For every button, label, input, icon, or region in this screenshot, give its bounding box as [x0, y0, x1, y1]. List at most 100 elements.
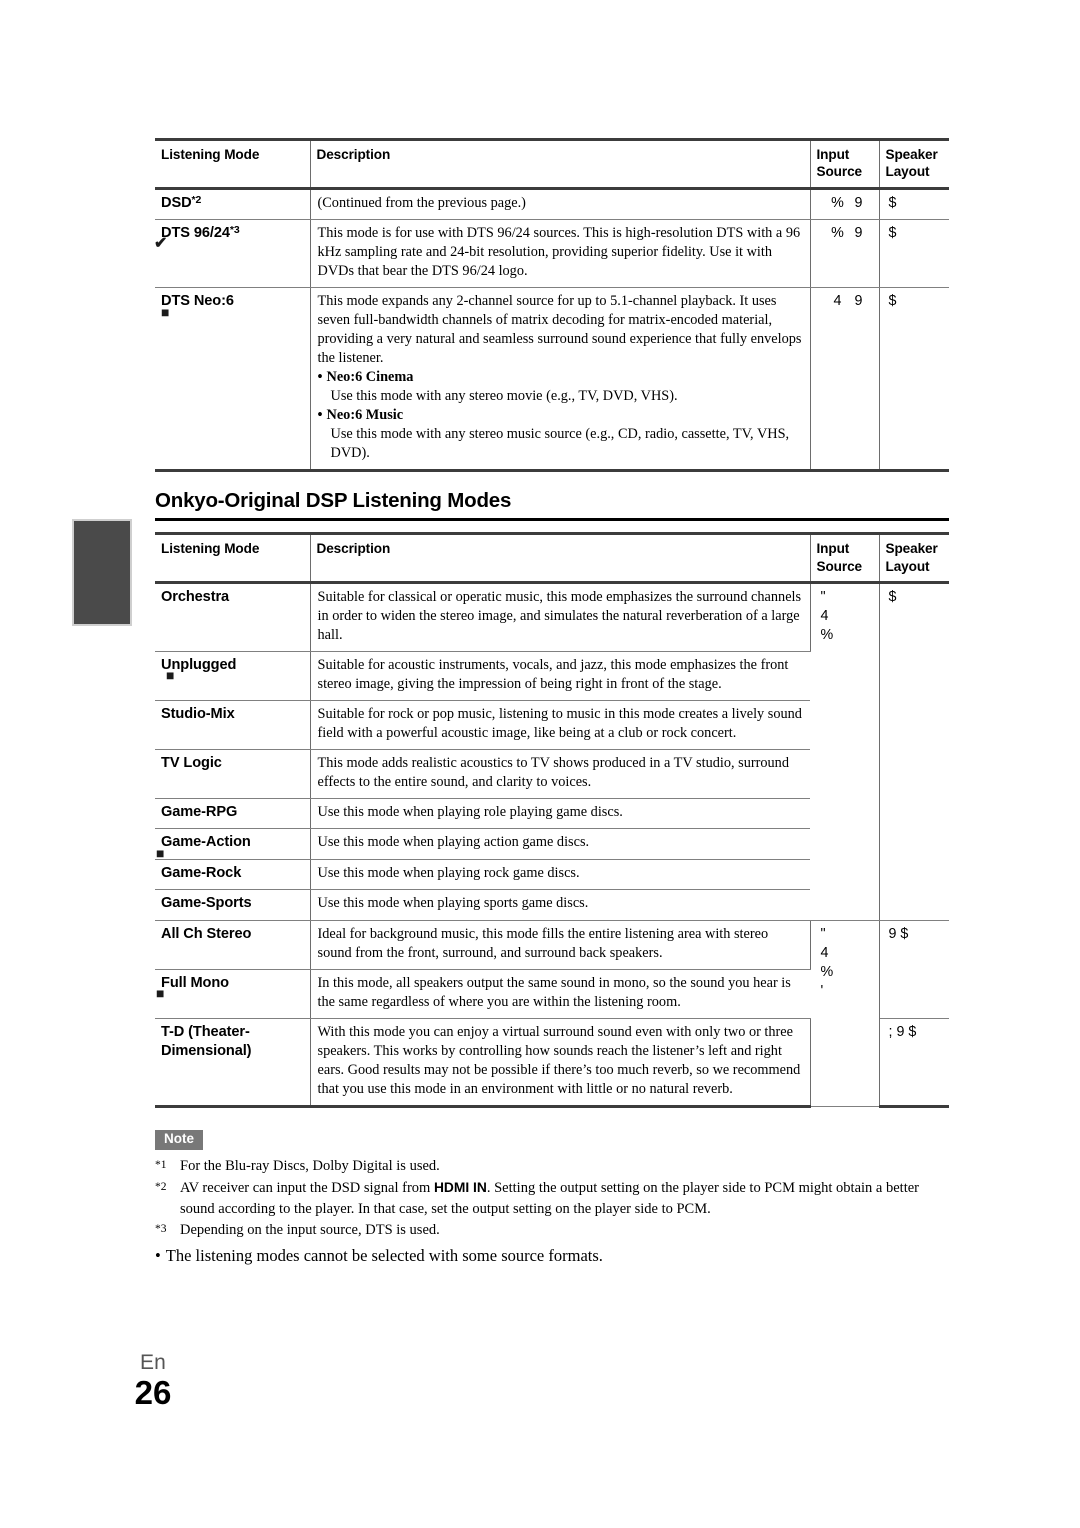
description-text: With this mode you can enjoy a virtual s… [317, 1023, 801, 1097]
manual-page: Listening Mode Description Input Source … [0, 0, 1080, 1528]
description-bullet-list: Neo:6 Cinema Use this mode with any ster… [318, 368, 803, 463]
description-cell: Use this mode when playing sports game d… [310, 889, 810, 921]
square-icon: ■ [156, 985, 165, 1001]
speaker-layout-cell: $ [879, 582, 949, 921]
bullet-body: Use this mode with any stereo movie (e.g… [330, 388, 678, 405]
footnote-ref: *3 [229, 224, 240, 237]
description-cell: Use this mode when playing rock game dis… [310, 859, 810, 891]
footnote-text: AV receiver can input the DSD signal fro… [180, 1178, 949, 1219]
col-header-speaker-layout: Speaker Layout [879, 138, 949, 190]
description-cell: Suitable for acoustic instruments, vocal… [310, 651, 810, 701]
col-header-input-source-line1: Input [816, 147, 850, 162]
description-cell: Ideal for background music, this mode fi… [310, 920, 811, 970]
input-source-cell: % 9 [810, 219, 880, 289]
page-content: Listening Mode Description Input Source … [154, 138, 949, 1267]
speaker-layout-symbol-2: $ [908, 1023, 917, 1040]
description-cell: Use this mode when playing action game d… [310, 828, 810, 860]
description-text: In this mode, all speakers output the sa… [317, 974, 791, 1010]
input-source-symbol-3: % [820, 626, 834, 643]
mode-label: Unplugged [161, 656, 237, 673]
language-label: En [139, 1351, 167, 1374]
description-cell: (Continued from the previous page.) [310, 188, 811, 221]
note-list: *1 For the Blu-ray Discs, Dolby Digital … [155, 1156, 949, 1267]
description-text: This mode adds realistic acoustics to TV… [317, 754, 789, 790]
description-text: Use this mode when playing role playing … [317, 803, 623, 820]
col-header-input-source: Input Source [810, 532, 880, 584]
listening-mode-cell: Orchestra [155, 582, 311, 652]
listening-mode-cell: Studio-Mix [155, 700, 311, 750]
listening-mode-cell: DSD*2 [155, 188, 311, 221]
description-text: This mode expands any 2-channel source f… [317, 293, 802, 367]
input-source-symbol-1: % [831, 225, 844, 242]
square-icon: ■ [161, 303, 170, 320]
col-header-speaker-layout-line2: Layout [885, 164, 930, 180]
description-text: Suitable for classical or operatic music… [317, 588, 802, 643]
bullet-heading: Neo:6 Cinema [318, 368, 803, 387]
listening-mode-cell: Game-Action ■ [155, 828, 311, 860]
check-icon: ✔ [154, 234, 168, 252]
speaker-layout-cell: 9 $ [879, 920, 949, 1019]
note-item: *3 Depending on the input source, DTS is… [155, 1220, 949, 1241]
dsp-listening-modes-table: Listening Mode Description Input Source … [155, 532, 949, 1108]
speaker-layout-cell: ; 9 $ [879, 1018, 949, 1108]
input-source-cell: % 9 [810, 188, 880, 221]
col-header-input-source-line1: Input [816, 541, 850, 557]
input-source-cell: " 4 % ' [810, 920, 880, 1107]
mode-label: Studio-Mix [161, 705, 235, 722]
footnote-marker: *2 [155, 1181, 167, 1194]
footnote-ref: *2 [191, 193, 202, 206]
page-number: 26 [134, 1374, 172, 1411]
input-source-symbol-3: % [820, 963, 834, 980]
mode-label: DTS Neo:6 [161, 293, 234, 310]
table-row: DSD*2 (Continued from the previous page.… [155, 188, 949, 221]
table-row: All Ch Stereo Ideal for background music… [155, 920, 949, 1107]
col-header-listening-mode: Listening Mode [155, 138, 311, 190]
footnote-marker: *1 [155, 1159, 167, 1172]
input-source-symbols: 49 [821, 292, 872, 311]
listening-mode-cell: DTS 96/24*3 ✔ [154, 219, 311, 289]
footnote-text-pre: AV receiver can input the DSD signal fro… [180, 1180, 434, 1197]
listening-mode-cell: T-D (Theater- Dimensional) [155, 1018, 311, 1108]
listening-modes-table-continued: Listening Mode Description Input Source … [154, 138, 949, 473]
note-item: *2 AV receiver can input the DSD signal … [155, 1178, 949, 1219]
description-text: Use this mode when playing rock game dis… [317, 864, 580, 881]
col-header-speaker-layout-line1: Speaker [885, 147, 938, 162]
mode-label-line2: Dimensional) [161, 1043, 252, 1059]
footnote-text: Depending on the input source, DTS is us… [180, 1222, 440, 1239]
col-header-description: Description [310, 138, 811, 190]
mode-label: Full Mono [161, 974, 229, 991]
listening-mode-cell: TV Logic [155, 749, 311, 799]
table-row: Orchestra Suitable for classical or oper… [155, 582, 949, 921]
footnote-marker: *3 [155, 1223, 167, 1236]
mode-label: Game-Rock [161, 864, 242, 881]
mode-label: Game-Action [161, 834, 251, 851]
col-header-description: Description [310, 532, 811, 584]
hdmi-in-label: HDMI IN [433, 1180, 487, 1196]
description-cell: This mode is for use with DTS 96/24 sour… [310, 219, 811, 289]
mode-label: Game-RPG [161, 803, 238, 820]
note-bullet-text: The listening modes cannot be selected w… [165, 1245, 603, 1265]
page-footer: En 26 [108, 1352, 198, 1409]
col-header-input-source-line2: Source [816, 558, 863, 574]
description-cell: Suitable for rock or pop music, listenin… [310, 700, 810, 750]
input-source-symbol-1: 4 [833, 293, 842, 310]
list-item: Neo:6 Music Use this mode with any stere… [318, 406, 803, 463]
table-row: DTS 96/24*3 ✔ This mode is for use with … [154, 219, 949, 289]
description-text: This mode is for use with DTS 96/24 sour… [317, 225, 801, 280]
footnote-text: For the Blu-ray Discs, Dolby Digital is … [180, 1158, 440, 1175]
description-cell: Use this mode when playing role playing … [310, 798, 810, 830]
mode-label: All Ch Stereo [161, 925, 252, 942]
mode-label: DTS 96/24*3 [161, 224, 240, 242]
list-item: Neo:6 Cinema Use this mode with any ster… [318, 368, 803, 406]
col-header-speaker-layout: Speaker Layout [879, 532, 949, 584]
input-source-symbol-2: 9 [854, 293, 863, 310]
listening-mode-cell: All Ch Stereo [155, 920, 311, 970]
input-source-symbol-1: % [831, 194, 844, 211]
mode-label: DSD*2 [161, 193, 202, 211]
mode-label: TV Logic [161, 754, 222, 771]
description-text: Suitable for acoustic instruments, vocal… [317, 656, 789, 692]
square-icon: ■ [166, 667, 175, 684]
note-section: Note *1 For the Blu-ray Discs, Dolby Dig… [155, 1129, 949, 1267]
note-bullet-line: • The listening modes cannot be selected … [155, 1245, 949, 1267]
speaker-layout-cell: $ [879, 287, 949, 473]
